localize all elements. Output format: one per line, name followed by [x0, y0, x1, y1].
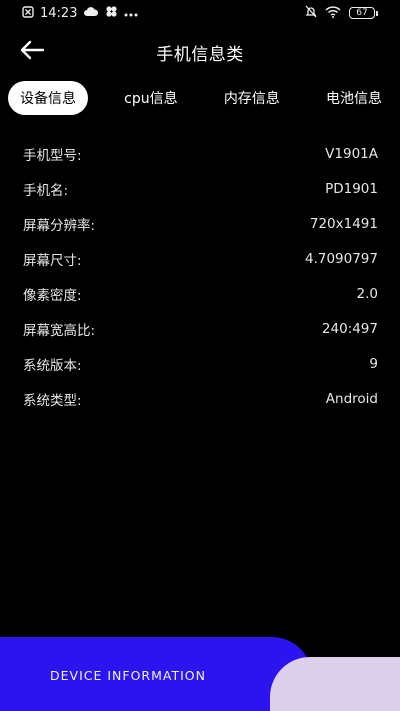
- app-header: 手机信息类: [0, 30, 400, 74]
- info-label: 屏幕宽高比:: [23, 322, 96, 339]
- device-info-list: 手机型号: V1901A 手机名: PD1901 屏幕分辨率: 720x1491…: [23, 136, 378, 416]
- tab-device-info[interactable]: 设备信息: [8, 81, 88, 115]
- status-time: 14:23: [40, 6, 78, 21]
- info-value: 4.7090797: [304, 250, 378, 267]
- info-row-system-version: 系统版本: 9: [23, 346, 378, 381]
- info-row-device-name: 手机名: PD1901: [23, 171, 378, 206]
- status-bar-left: 14:23: [22, 5, 138, 22]
- tab-cpu-info[interactable]: cpu信息: [114, 82, 187, 114]
- info-row-aspect-ratio: 屏幕宽高比: 240:497: [23, 311, 378, 346]
- info-row-resolution: 屏幕分辨率: 720x1491: [23, 206, 378, 241]
- info-value: V1901A: [325, 145, 378, 162]
- battery-tip: [376, 10, 378, 16]
- info-label: 系统类型:: [23, 392, 82, 409]
- info-label: 像素密度:: [23, 287, 82, 304]
- status-bar: 14:23 67: [0, 0, 400, 28]
- info-row-system-type: 系统类型: Android: [23, 381, 378, 416]
- info-value: Android: [325, 390, 378, 407]
- info-value: 9: [369, 355, 378, 372]
- banner-lilac-shape: [270, 657, 400, 711]
- cloud-icon: [83, 6, 99, 21]
- info-value: 240:497: [321, 320, 378, 337]
- notification-box-icon: [22, 5, 34, 22]
- info-label: 屏幕分辨率:: [23, 217, 96, 234]
- info-value: 2.0: [356, 285, 378, 302]
- tab-memory-info[interactable]: 内存信息: [214, 82, 290, 114]
- page-title: 手机信息类: [156, 45, 244, 65]
- status-bar-right: 67: [305, 5, 378, 21]
- info-label: 屏幕尺寸:: [23, 252, 82, 269]
- info-row-model: 手机型号: V1901A: [23, 136, 378, 171]
- info-label: 手机名:: [23, 182, 69, 199]
- tab-battery-info[interactable]: 电池信息: [316, 82, 392, 114]
- info-row-pixel-density: 像素密度: 2.0: [23, 276, 378, 311]
- tab-bar: 设备信息 cpu信息 内存信息 电池信息: [8, 81, 392, 115]
- info-label: 手机型号:: [23, 147, 82, 164]
- bottom-banner: DEVICE INFORMATION: [0, 637, 400, 711]
- battery-indicator: 67: [349, 7, 378, 19]
- clover-icon: [105, 5, 118, 22]
- more-dots-icon: [124, 6, 138, 21]
- info-label: 系统版本:: [23, 357, 82, 374]
- info-row-screen-size: 屏幕尺寸: 4.7090797: [23, 241, 378, 276]
- info-value: 720x1491: [309, 215, 378, 232]
- mute-bell-icon: [305, 5, 317, 21]
- banner-text: DEVICE INFORMATION: [50, 668, 206, 683]
- wifi-icon: [325, 5, 341, 21]
- info-value: PD1901: [325, 180, 378, 197]
- battery-level: 67: [349, 7, 375, 19]
